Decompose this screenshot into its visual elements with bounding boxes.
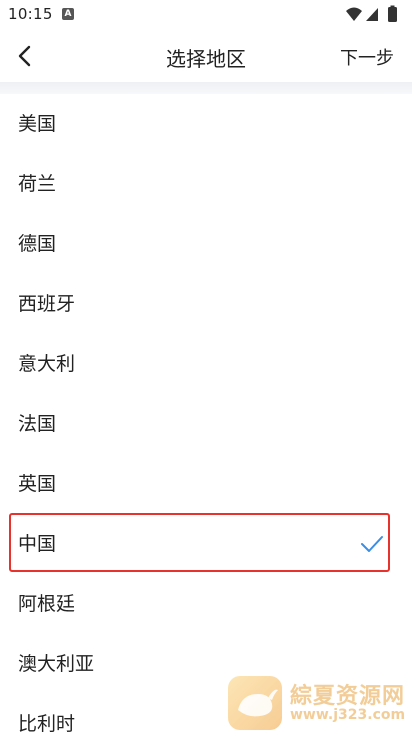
region-label: 法国 [18, 413, 57, 435]
region-item[interactable]: 法国 [0, 394, 412, 454]
next-step-button[interactable]: 下一步 [340, 44, 394, 70]
battery-icon [388, 7, 397, 22]
watermark-url: www.j323.com [290, 707, 406, 723]
region-label: 意大利 [18, 353, 76, 375]
region-item[interactable]: 英国 [0, 454, 412, 514]
watermark-name: 綜夏资源网 [290, 684, 406, 709]
watermark: 綜夏资源网 www.j323.com [226, 674, 412, 732]
app-bar: 选择地区 下一步 [0, 30, 412, 82]
region-item[interactable]: 西班牙 [0, 274, 412, 334]
region-list: 美国 荷兰 德国 西班牙 意大利 法国 英国 中国 阿根廷 澳大利亚 比利时 [0, 94, 412, 754]
header-divider [0, 82, 412, 94]
notification-badge: A [62, 8, 74, 20]
region-item[interactable]: 意大利 [0, 334, 412, 394]
region-item[interactable]: 荷兰 [0, 154, 412, 214]
back-arrow-icon[interactable] [12, 42, 40, 70]
region-item[interactable]: 德国 [0, 214, 412, 274]
region-label: 美国 [18, 113, 57, 135]
status-time: 10:15 [8, 5, 53, 23]
region-item[interactable]: 美国 [0, 94, 412, 154]
region-item-selected[interactable]: 中国 [0, 514, 412, 574]
signal-icon [366, 8, 378, 21]
wifi-icon [346, 7, 362, 21]
checkmark-icon [361, 536, 383, 552]
status-icons [346, 5, 397, 22]
region-label: 德国 [18, 233, 57, 255]
status-bar: 10:15 A [0, 0, 412, 30]
region-label: 英国 [18, 473, 57, 495]
region-label: 阿根廷 [18, 593, 76, 615]
region-label: 西班牙 [18, 293, 76, 315]
region-item[interactable]: 阿根廷 [0, 574, 412, 634]
region-label: 澳大利亚 [18, 653, 95, 675]
whale-logo-icon [228, 676, 282, 730]
region-label: 荷兰 [18, 173, 57, 195]
region-label: 中国 [18, 533, 57, 555]
